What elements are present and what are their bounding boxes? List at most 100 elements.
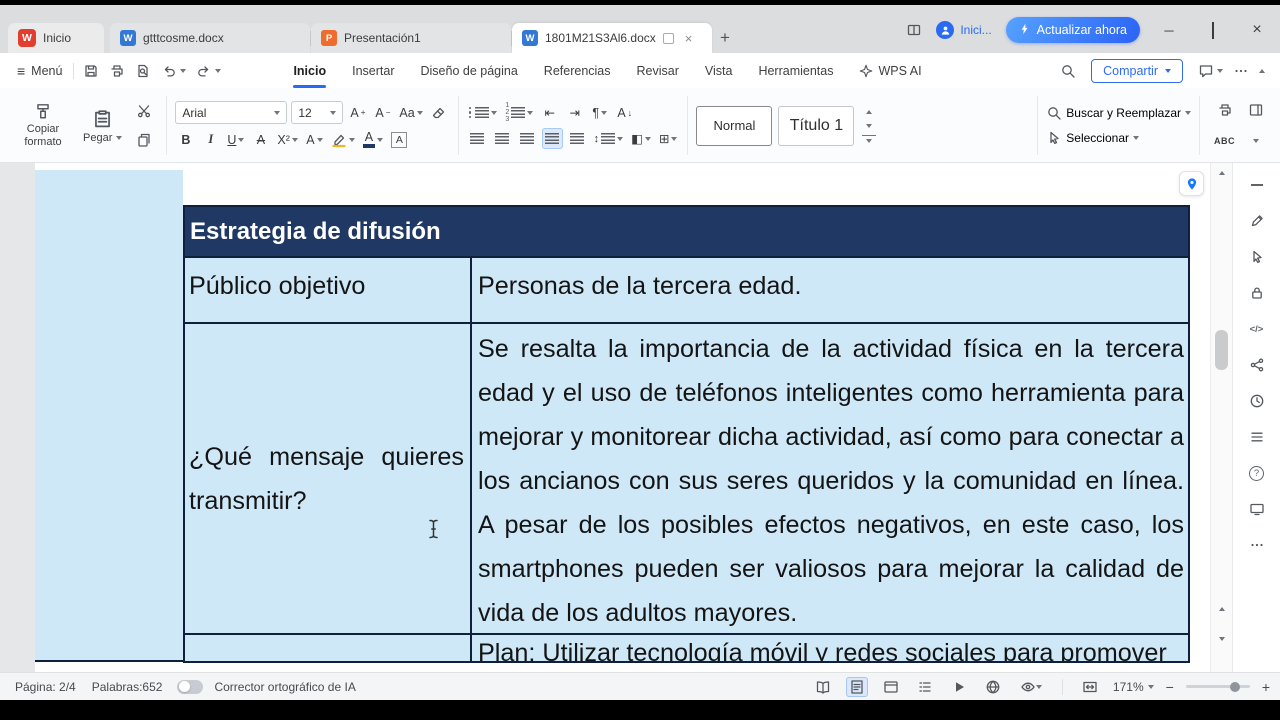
align-left-button[interactable]	[467, 128, 488, 149]
table-cell-label[interactable]: ¿Qué mensaje quieres transmitir?	[185, 324, 472, 633]
undo-button[interactable]	[156, 63, 191, 79]
update-now-button[interactable]: Actualizar ahora	[1005, 17, 1140, 43]
ai-spellcheck-toggle[interactable]	[177, 679, 204, 694]
history-clock-icon[interactable]	[1247, 391, 1267, 411]
web-layout-button[interactable]	[880, 677, 902, 697]
font-color-button[interactable]: A	[361, 129, 385, 150]
play-button[interactable]	[948, 677, 970, 697]
styles-down-button[interactable]	[862, 121, 876, 131]
word-count[interactable]: Palabras:652	[87, 680, 168, 694]
increase-indent-button[interactable]: ⇥	[564, 102, 585, 123]
collapse-sidebar-icon[interactable]	[1247, 175, 1267, 195]
distribute-button[interactable]	[567, 128, 588, 149]
undo-dropdown-caret[interactable]	[180, 68, 187, 73]
style-titulo1[interactable]: Título 1	[778, 105, 855, 146]
table-cell-value[interactable]: Se resalta la importancia de la activida…	[472, 324, 1188, 633]
page-indicator[interactable]: Página: 2/4	[10, 680, 81, 694]
redo-dropdown-caret[interactable]	[215, 68, 222, 73]
zoom-level-button[interactable]: 171%	[1113, 680, 1154, 694]
user-account-button[interactable]: Inici...	[936, 21, 992, 39]
zoom-slider[interactable]	[1185, 681, 1250, 692]
character-border-button[interactable]: A	[389, 129, 410, 150]
zoom-in-button[interactable]: +	[1262, 679, 1270, 695]
tab-popout-icon[interactable]	[662, 32, 674, 44]
styles-more-button[interactable]	[862, 134, 877, 145]
bullet-list-button[interactable]	[467, 102, 500, 123]
bold-button[interactable]: B	[175, 129, 196, 150]
print-layout-button[interactable]	[845, 676, 868, 697]
font-name-select[interactable]: Arial	[175, 101, 288, 124]
save-button[interactable]	[78, 63, 104, 79]
strikethrough-button[interactable]: A	[250, 129, 271, 150]
change-case-button[interactable]: Aa	[397, 102, 424, 123]
doc-tab-gtttcosme[interactable]: W gtttcosme.docx	[110, 23, 310, 53]
more-options-button[interactable]	[1228, 63, 1254, 79]
select-button[interactable]: Seleccionar	[1046, 130, 1191, 146]
underline-button[interactable]: U	[225, 129, 246, 150]
previous-page-button[interactable]	[1219, 598, 1225, 616]
text-effects-button[interactable]: A	[304, 129, 325, 150]
tab-vista[interactable]: Vista	[692, 53, 746, 88]
numbered-list-button[interactable]: 123	[503, 102, 535, 123]
sort-button[interactable]: A ↓	[614, 102, 635, 123]
doc-tab-presentacion[interactable]: P Presentación1	[311, 23, 511, 53]
document-canvas[interactable]: Estrategia de difusión Público objetivo …	[0, 163, 1210, 672]
font-size-select[interactable]: 12	[291, 101, 344, 124]
tab-herramientas[interactable]: Herramientas	[745, 53, 846, 88]
document-table[interactable]: Estrategia de difusión Público objetivo …	[183, 205, 1190, 663]
outline-view-button[interactable]	[914, 677, 936, 697]
window-split-icon[interactable]	[906, 22, 922, 38]
printer-button[interactable]	[1212, 100, 1237, 121]
share-icon[interactable]	[1247, 355, 1267, 375]
align-right-button[interactable]	[517, 128, 538, 149]
cut-button[interactable]	[133, 101, 154, 122]
table-cell-label[interactable]: Público objetivo	[185, 258, 472, 322]
fit-width-button[interactable]	[1079, 677, 1101, 697]
read-mode-button[interactable]	[812, 677, 834, 697]
table-header-cell[interactable]: Estrategia de difusión	[185, 207, 1188, 256]
screen-cast-icon[interactable]	[1247, 499, 1267, 519]
close-window-button[interactable]: ×	[1242, 21, 1272, 39]
zoom-slider-knob[interactable]	[1229, 681, 1240, 692]
shrink-font-button[interactable]: A −	[372, 102, 393, 123]
more-dots-icon[interactable]	[1247, 535, 1267, 555]
comments-button[interactable]	[1193, 63, 1228, 79]
navigation-list-icon[interactable]	[1247, 427, 1267, 447]
highlight-color-button[interactable]	[329, 129, 357, 150]
collapse-ribbon-button[interactable]	[1254, 68, 1270, 73]
tab-inicio[interactable]: Inicio	[280, 53, 339, 88]
help-icon[interactable]: ?	[1247, 463, 1267, 483]
decrease-indent-button[interactable]: ⇤	[539, 102, 560, 123]
ribbon-expand-button[interactable]	[1245, 131, 1266, 152]
clear-format-button[interactable]	[429, 102, 450, 123]
print-button[interactable]	[104, 63, 130, 79]
copy-format-button[interactable]: Copiar formato	[10, 102, 76, 149]
preview-eye-button[interactable]	[1016, 677, 1046, 697]
tab-diseno-pagina[interactable]: Diseño de página	[408, 53, 531, 88]
find-replace-button[interactable]: Buscar y Reemplazar	[1046, 105, 1191, 121]
reading-position-button[interactable]	[1179, 171, 1204, 196]
tab-close-icon[interactable]: ×	[685, 31, 693, 46]
superscript-button[interactable]: X²	[275, 129, 300, 150]
grow-font-button[interactable]: A +	[347, 102, 368, 123]
zoom-out-button[interactable]: −	[1166, 679, 1174, 695]
main-menu-button[interactable]: ≡ Menú	[10, 63, 69, 79]
table-cell-value[interactable]: Personas de la tercera edad.	[472, 258, 1188, 322]
tab-insertar[interactable]: Insertar	[339, 53, 407, 88]
justify-button[interactable]	[541, 128, 563, 149]
scroll-up-button[interactable]	[1211, 163, 1233, 183]
table-left-column[interactable]	[35, 170, 183, 662]
tab-revisar[interactable]: Revisar	[624, 53, 692, 88]
task-panel-button[interactable]	[1245, 100, 1266, 121]
source-code-icon[interactable]: </>	[1247, 319, 1267, 339]
styles-up-button[interactable]	[862, 107, 876, 117]
copy-button[interactable]	[133, 130, 154, 151]
paste-button[interactable]: Pegar	[76, 108, 129, 144]
table-cell-label[interactable]	[185, 635, 472, 661]
paragraph-marks-button[interactable]: ¶	[589, 102, 610, 123]
web-preview-button[interactable]	[982, 677, 1004, 697]
next-page-button[interactable]	[1219, 628, 1225, 646]
line-spacing-button[interactable]: ↕	[592, 128, 626, 149]
new-tab-button[interactable]: +	[712, 23, 738, 53]
shading-button[interactable]: ◧	[629, 128, 653, 149]
